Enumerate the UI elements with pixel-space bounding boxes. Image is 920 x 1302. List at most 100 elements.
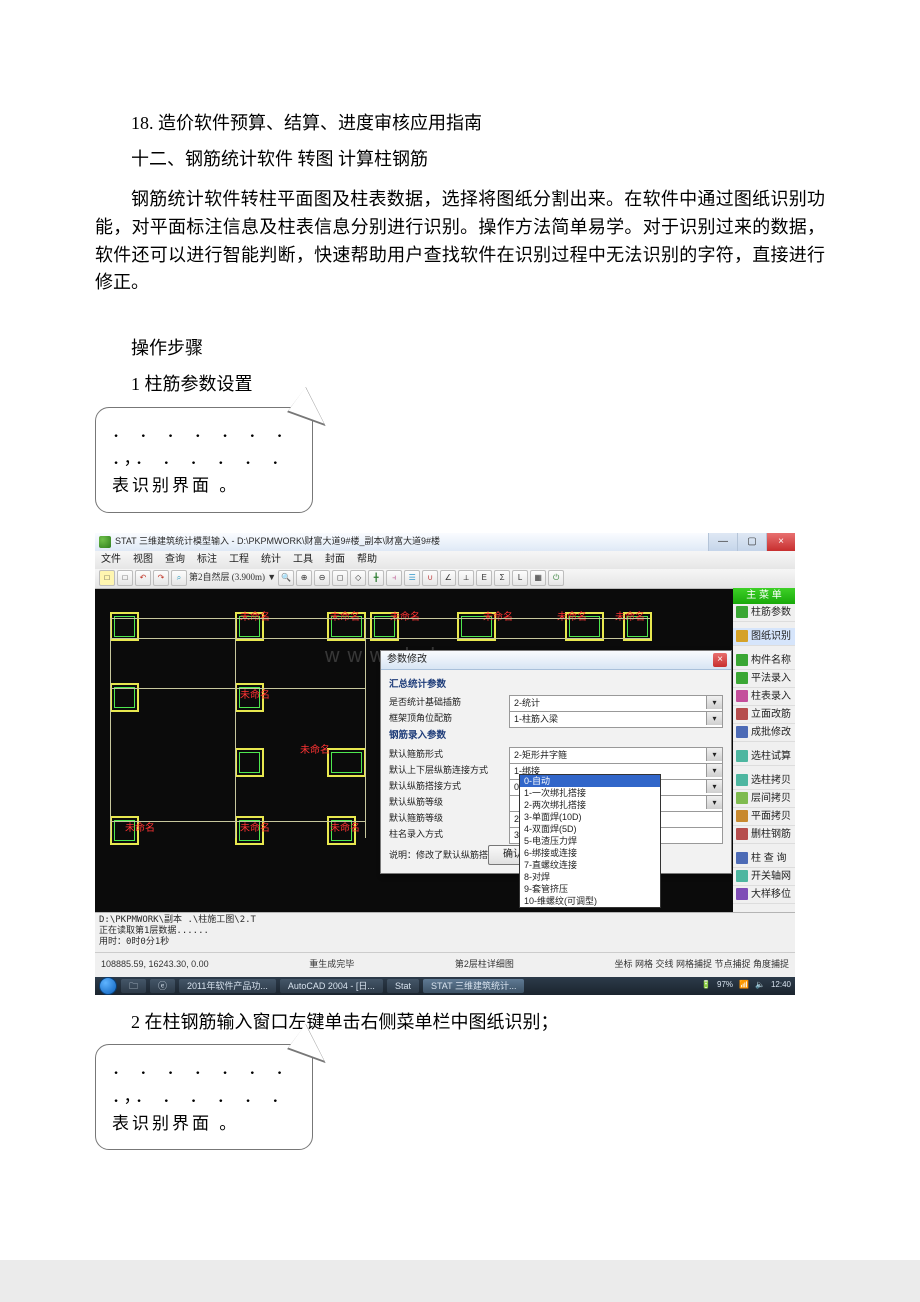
sidebar-item-icon: [736, 852, 748, 864]
toolbar-icon[interactable]: □: [117, 570, 133, 586]
menu-item[interactable]: 统计: [261, 552, 281, 568]
toolbar-icon[interactable]: ☰: [404, 570, 420, 586]
menu-item[interactable]: 查询: [165, 552, 185, 568]
dropdown-option[interactable]: 6-绑接或连接: [520, 847, 660, 859]
minimize-button[interactable]: —: [708, 533, 737, 551]
menu-item[interactable]: 视图: [133, 552, 153, 568]
toolbar-icon[interactable]: ⊕: [296, 570, 312, 586]
callout-text: 表识别界面 。: [112, 472, 296, 499]
dropdown-list[interactable]: 0-自动 1-一次绑扎搭接 2-两次绑扎搭接 3-单面焊(10D) 4-双面焊(…: [519, 774, 661, 908]
dropdown-option[interactable]: 0-自动: [520, 775, 660, 787]
close-button[interactable]: ×: [766, 533, 795, 551]
sidebar-item[interactable]: 大样移位: [733, 886, 795, 904]
taskbar[interactable]: 🗀 ⓔ 2011年软件产品功... AutoCAD 2004 - [日... S…: [95, 977, 795, 995]
taskbar-item[interactable]: 🗀: [121, 979, 146, 993]
wall-line: [110, 688, 365, 689]
dropdown[interactable]: 2-矩形井字箍▾: [509, 747, 723, 764]
menubar[interactable]: 文件 视图 查询 标注 工程 统计 工具 封面 帮助: [95, 551, 795, 569]
sidebar-item[interactable]: 删柱钢筋: [733, 826, 795, 844]
dropdown-arrow-icon[interactable]: ▾: [706, 748, 722, 761]
toolbar-icon[interactable]: ╋: [368, 570, 384, 586]
window-controls[interactable]: — ▢ ×: [708, 533, 795, 551]
taskbar-item[interactable]: STAT 三维建筑统计...: [423, 979, 525, 993]
field-label: 默认纵筋等级: [389, 796, 509, 810]
toolbar-icon[interactable]: Σ: [494, 570, 510, 586]
floor-selector[interactable]: 第2自然层 (3.900m) ▼: [189, 571, 276, 585]
callout-dots: ． ． ． ． ． ． ．: [112, 418, 296, 445]
sidebar-item[interactable]: 立面改筋: [733, 706, 795, 724]
status-middle: 重生成完毕: [309, 958, 354, 972]
sidebar-item[interactable]: 层间拷贝: [733, 790, 795, 808]
maximize-button[interactable]: ▢: [737, 533, 766, 551]
dropdown-option[interactable]: 1-一次绑扎搭接: [520, 787, 660, 799]
dropdown[interactable]: 2-统计▾: [509, 695, 723, 712]
toolbar-icon[interactable]: ∠: [440, 570, 456, 586]
menu-item[interactable]: 封面: [325, 552, 345, 568]
toolbar-icon[interactable]: E: [476, 570, 492, 586]
snap-toggles[interactable]: 坐标 网格 交线 网格捕捉 节点捕捉 角度捕捉: [614, 958, 789, 972]
command-bar[interactable]: D:\PKPMWORK\副本 .\柱施工图\2.T 正在读取第1层数据.....…: [95, 912, 795, 953]
dialog-section-label: 汇总统计参数: [389, 678, 723, 693]
taskbar-item[interactable]: AutoCAD 2004 - [日...: [280, 979, 383, 993]
sidebar-item[interactable]: 构件名称: [733, 652, 795, 670]
taskbar-item[interactable]: 2011年软件产品功...: [179, 979, 276, 993]
toolbar-icon[interactable]: ⫞: [386, 570, 402, 586]
sidebar-item[interactable]: 平法录入: [733, 670, 795, 688]
toolbar[interactable]: □ □ ↶ ↷ ⌕ 第2自然层 (3.900m) ▼ 🔍 ⊕ ⊖ ◻ ◇ ╋ ⫞…: [95, 569, 795, 589]
toolbar-icon[interactable]: ↷: [153, 570, 169, 586]
sidebar-item-label: 大样移位: [751, 886, 791, 903]
col-label: 未命名: [240, 688, 270, 704]
dropdown-option[interactable]: 10-维螺纹(可调型): [520, 895, 660, 907]
toolbar-icon[interactable]: L: [512, 570, 528, 586]
app-icon: [99, 536, 111, 548]
sidebar-item-icon: [736, 888, 748, 900]
dropdown-arrow-icon[interactable]: ▾: [706, 764, 722, 777]
menu-item[interactable]: 标注: [197, 552, 217, 568]
dropdown[interactable]: 1-柱筋入梁▾: [509, 711, 723, 728]
toolbar-icon[interactable]: ⊖: [314, 570, 330, 586]
dropdown-option[interactable]: 9-套管挤压: [520, 883, 660, 895]
sidebar-item[interactable]: 选柱拷贝: [733, 772, 795, 790]
dropdown-arrow-icon[interactable]: ▾: [706, 696, 722, 709]
dropdown-option[interactable]: 3-单面焊(10D): [520, 811, 660, 823]
dropdown-option[interactable]: 7-直螺纹连接: [520, 859, 660, 871]
callout-dots2: ．，． ． ． ． ． ．: [112, 445, 296, 472]
toolbar-icon[interactable]: ⏻: [548, 570, 564, 586]
toolbar-icon[interactable]: ◻: [332, 570, 348, 586]
sidebar-item[interactable]: 选柱试算: [733, 748, 795, 766]
window-title: STAT 三维建筑统计模型输入 - D:\PKPMWORK\财富大道9#楼_副本…: [115, 535, 440, 549]
toolbar-icon[interactable]: ⌕: [171, 570, 187, 586]
menu-item[interactable]: 工程: [229, 552, 249, 568]
toolbar-icon[interactable]: ↶: [135, 570, 151, 586]
toolbar-icon[interactable]: ▦: [530, 570, 546, 586]
sidebar-item[interactable]: 平面拷贝: [733, 808, 795, 826]
toolbar-icon[interactable]: ∪: [422, 570, 438, 586]
dropdown-arrow-icon[interactable]: ▾: [706, 712, 722, 725]
taskbar-item[interactable]: ⓔ: [150, 979, 175, 993]
menu-item[interactable]: 工具: [293, 552, 313, 568]
sidebar-item-label: 柱 查 询: [751, 850, 787, 867]
toolbar-icon[interactable]: 🔍: [278, 570, 294, 586]
toolbar-icon[interactable]: ◇: [350, 570, 366, 586]
dropdown-option[interactable]: 5-电渣压力焊: [520, 835, 660, 847]
dropdown-option[interactable]: 4-双面焊(5D): [520, 823, 660, 835]
dropdown-arrow-icon[interactable]: ▾: [706, 796, 722, 809]
menu-item[interactable]: 帮助: [357, 552, 377, 568]
menu-item[interactable]: 文件: [101, 552, 121, 568]
sidebar-item[interactable]: 图纸识别: [733, 628, 795, 646]
sidebar-item[interactable]: 柱筋参数: [733, 604, 795, 622]
taskbar-item[interactable]: Stat: [387, 979, 419, 993]
dialog-close-icon[interactable]: ×: [713, 653, 727, 667]
toolbar-icon[interactable]: □: [99, 570, 115, 586]
wall-line: [110, 618, 111, 838]
sidebar-item[interactable]: 柱 查 询: [733, 850, 795, 868]
dropdown-option[interactable]: 2-两次绑扎搭接: [520, 799, 660, 811]
toolbar-icon[interactable]: ⟂: [458, 570, 474, 586]
dropdown-option[interactable]: 8-对焊: [520, 871, 660, 883]
sidebar-item[interactable]: 成批修改: [733, 724, 795, 742]
start-button-icon[interactable]: [99, 977, 117, 995]
sidebar-item[interactable]: 开关轴网: [733, 868, 795, 886]
systray[interactable]: 🔋 97% 📶 🔈 12:40: [701, 979, 791, 991]
sidebar-item[interactable]: 柱表录入: [733, 688, 795, 706]
dropdown-arrow-icon[interactable]: ▾: [706, 780, 722, 793]
